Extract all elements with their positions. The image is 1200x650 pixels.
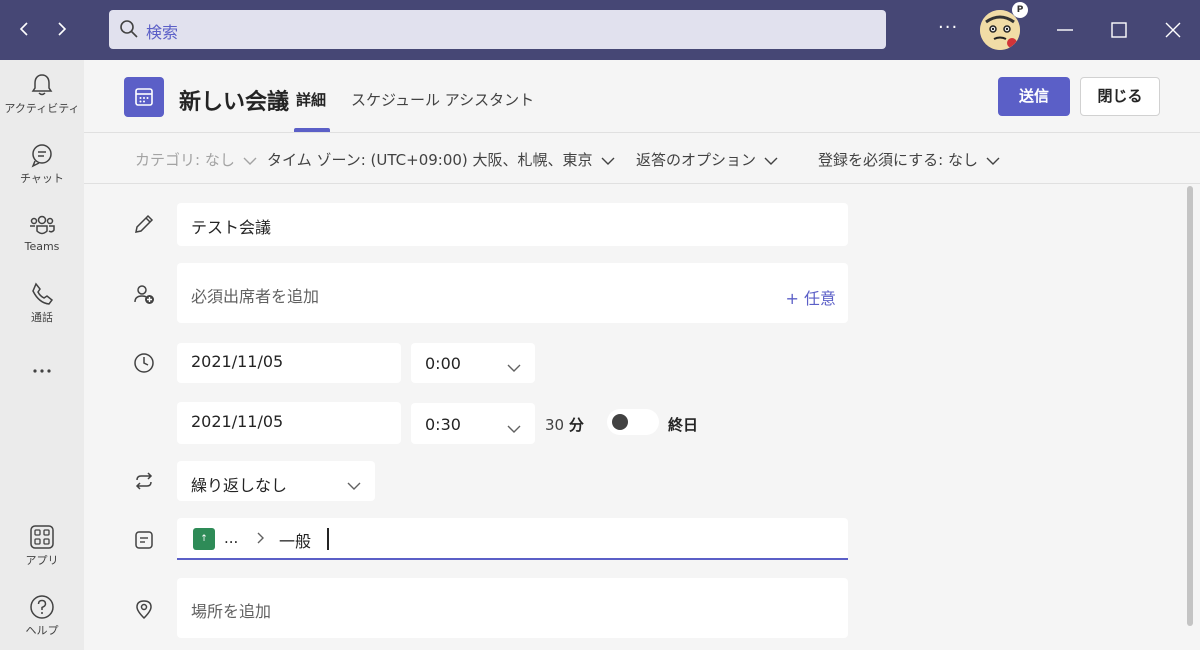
category-label: カテゴリ: なし xyxy=(135,151,235,169)
chat-icon xyxy=(0,142,84,168)
minimize-icon[interactable] xyxy=(1053,18,1077,42)
start-date-picker[interactable]: 2021/11/05 xyxy=(177,343,401,383)
apps-icon xyxy=(0,524,84,550)
channel-team-name: ... xyxy=(224,529,239,547)
bell-icon xyxy=(0,72,84,98)
title-bar: 検索 ··· P xyxy=(0,0,1200,60)
add-person-icon xyxy=(132,282,156,306)
chevron-down-icon xyxy=(764,152,778,170)
channel-name: 一般 xyxy=(279,532,312,551)
all-day-label: 終日 xyxy=(668,416,699,434)
chevron-down-icon xyxy=(347,476,361,495)
meeting-options-bar: カテゴリ: なし タイム ゾーン: (UTC+09:00) 大阪、札幌、東京 返… xyxy=(84,132,1200,184)
chevron-down-icon xyxy=(507,358,521,377)
start-time-value: 0:00 xyxy=(425,354,461,373)
rail-item-help[interactable]: ヘルプ xyxy=(0,594,84,638)
channel-input[interactable]: ↑ ... 一般 xyxy=(177,518,848,560)
phone-icon xyxy=(0,281,84,307)
close-button[interactable]: 閉じる xyxy=(1080,77,1160,116)
recurrence-dropdown[interactable]: 繰り返しなし xyxy=(177,461,375,501)
end-date-picker[interactable]: 2021/11/05 xyxy=(177,402,401,444)
rail-item-chat[interactable]: チャット xyxy=(0,142,84,186)
end-date-value: 2021/11/05 xyxy=(191,412,284,431)
location-input[interactable]: 場所を追加 xyxy=(177,578,848,638)
more-options-icon[interactable]: ··· xyxy=(938,17,958,38)
all-day-toggle[interactable] xyxy=(607,409,659,435)
search-icon xyxy=(119,19,139,43)
response-options-label: 返答のオプション xyxy=(636,151,757,169)
rail-item-calls[interactable]: 通話 xyxy=(0,281,84,325)
recurrence-value: 繰り返しなし xyxy=(191,476,288,495)
meeting-duration: 30 分 xyxy=(545,414,584,435)
maximize-icon[interactable] xyxy=(1107,18,1131,42)
category-dropdown[interactable]: カテゴリ: なし xyxy=(135,149,257,170)
chevron-down-icon xyxy=(986,152,1000,170)
search-box[interactable]: 検索 xyxy=(109,10,886,49)
location-placeholder: 場所を追加 xyxy=(191,602,272,621)
rail-item-activity[interactable]: アクティビティ xyxy=(0,72,84,116)
rail-label: Teams xyxy=(24,240,60,253)
rail-label: チャット xyxy=(20,172,64,185)
rail-item-apps[interactable]: アプリ xyxy=(0,524,84,568)
rail-label: 通話 xyxy=(31,311,53,324)
vertical-scrollbar[interactable] xyxy=(1187,186,1193,626)
end-time-dropdown[interactable]: 0:30 xyxy=(411,403,535,444)
rail-more-icon[interactable] xyxy=(0,360,84,382)
toggle-knob xyxy=(612,414,628,430)
rail-label: アクティビティ xyxy=(4,102,80,115)
duration-unit: 分 xyxy=(568,416,584,434)
text-caret xyxy=(327,528,329,550)
attendees-placeholder: 必須出席者を追加 xyxy=(191,287,320,306)
meeting-header: 新しい会議 詳細 スケジュール アシスタント 送信 閉じる xyxy=(84,60,1200,132)
forward-arrow-icon[interactable] xyxy=(50,18,72,40)
chevron-down-icon xyxy=(243,152,257,170)
teams-icon xyxy=(0,212,84,238)
pencil-icon xyxy=(132,212,156,236)
rail-label: ヘルプ xyxy=(25,624,59,637)
end-time-value: 0:30 xyxy=(425,415,461,434)
rail-item-teams[interactable]: Teams xyxy=(0,212,84,253)
registration-label: 登録を必須にする: なし xyxy=(818,151,978,169)
meeting-title-input[interactable]: テスト会議 xyxy=(177,203,848,246)
clock-icon xyxy=(132,351,156,375)
duration-value: 30 xyxy=(545,416,565,434)
tab-details[interactable]: 詳細 xyxy=(296,89,326,110)
chevron-right-icon xyxy=(255,529,267,551)
timezone-label: タイム ゾーン: (UTC+09:00) 大阪、札幌、東京 xyxy=(267,151,593,169)
team-icon: ↑ xyxy=(193,528,215,550)
search-placeholder: 検索 xyxy=(146,23,179,42)
calendar-icon xyxy=(124,77,164,117)
tab-scheduling-assistant[interactable]: スケジュール アシスタント xyxy=(351,89,534,110)
meeting-title-value: テスト会議 xyxy=(191,218,272,237)
attendees-input[interactable]: 必須出席者を追加 + 任意 xyxy=(177,263,848,323)
start-time-dropdown[interactable]: 0:00 xyxy=(411,343,535,383)
start-date-value: 2021/11/05 xyxy=(191,352,284,371)
registration-dropdown[interactable]: 登録を必須にする: なし xyxy=(818,149,1000,170)
timezone-dropdown[interactable]: タイム ゾーン: (UTC+09:00) 大阪、札幌、東京 xyxy=(267,149,615,170)
back-arrow-icon[interactable] xyxy=(14,18,36,40)
send-button[interactable]: 送信 xyxy=(998,77,1070,116)
rail-label: アプリ xyxy=(25,554,59,567)
presence-badge: P xyxy=(1012,2,1028,18)
left-rail: アクティビティ チャット Teams 通話 アプリ ヘルプ xyxy=(0,60,84,650)
chevron-down-icon xyxy=(601,152,615,170)
add-optional-attendee-link[interactable]: + 任意 xyxy=(786,285,837,309)
location-icon xyxy=(132,597,156,621)
repeat-icon xyxy=(132,469,156,493)
help-icon xyxy=(0,594,84,620)
chevron-down-icon xyxy=(507,419,521,438)
response-options-dropdown[interactable]: 返答のオプション xyxy=(636,149,778,170)
close-window-icon[interactable] xyxy=(1161,18,1185,42)
page-title: 新しい会議 xyxy=(179,90,290,115)
channel-icon xyxy=(132,528,156,552)
